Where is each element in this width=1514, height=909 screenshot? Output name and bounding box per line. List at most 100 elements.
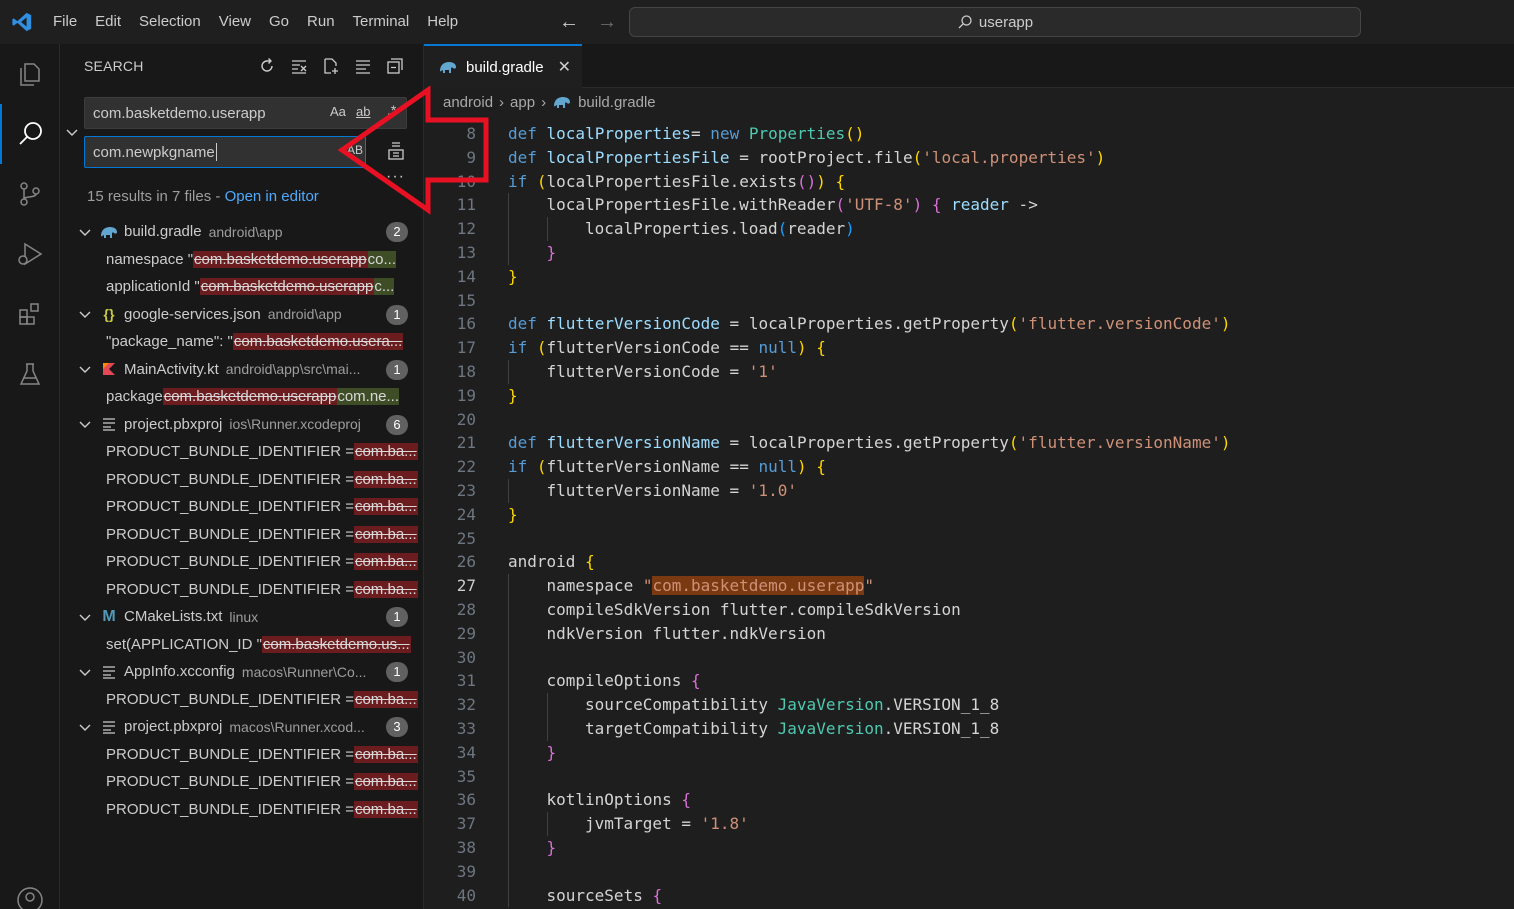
code-token: ( [835, 195, 846, 215]
breadcrumb-item[interactable]: app [510, 94, 535, 111]
code-text: android { [508, 550, 595, 574]
line-number: 36 [456, 790, 476, 810]
result-file-row[interactable]: {} google-services.json android\app 1 [60, 301, 423, 329]
menu-edit[interactable]: Edit [86, 0, 130, 44]
testing-flask-icon[interactable] [0, 344, 60, 404]
code-token: localProperties [546, 124, 692, 143]
code-text: sourceSets { [547, 884, 663, 908]
chevron-down-icon[interactable] [76, 718, 94, 736]
code-token: flutterVersionCode = [546, 361, 749, 381]
toggle-replace-chevron-down-icon[interactable] [64, 124, 80, 140]
result-file-name: CMakeLists.txt [124, 608, 223, 626]
result-file-row[interactable]: project.pbxproj macos\Runner.xcod... 3 [60, 713, 423, 741]
menu-selection[interactable]: Selection [130, 0, 210, 44]
forward-arrow-icon[interactable]: → [594, 8, 620, 36]
code-token: namespace [546, 576, 643, 596]
extensions-icon[interactable] [0, 284, 60, 344]
result-match-row[interactable]: PRODUCT_BUNDLE_IDENTIFIER = com.ba... [60, 768, 423, 796]
result-match-row[interactable]: PRODUCT_BUNDLE_IDENTIFIER = com.ba... [60, 741, 423, 769]
new-search-editor-icon[interactable] [321, 56, 341, 76]
line-number: 35 [456, 766, 476, 786]
chevron-down-icon[interactable] [76, 608, 94, 626]
result-match-row[interactable]: PRODUCT_BUNDLE_IDENTIFIER = com.ba... [60, 576, 423, 604]
result-match-row[interactable]: PRODUCT_BUNDLE_IDENTIFIER = com.ba... [60, 466, 423, 494]
chevron-down-icon[interactable] [76, 415, 94, 433]
result-match-row[interactable]: package com.basketdemo.userapp com.ne... [60, 383, 423, 411]
lines-file-icon [98, 665, 120, 679]
code-text: jvmTarget = '1.8' [585, 812, 749, 836]
match-prefix: PRODUCT_BUNDLE_IDENTIFIER = [106, 690, 354, 708]
explorer-files-icon[interactable] [0, 44, 60, 104]
menu-file[interactable]: File [44, 0, 86, 44]
search-icon[interactable] [0, 104, 60, 164]
result-match-row[interactable]: PRODUCT_BUNDLE_IDENTIFIER = com.ba... [60, 438, 423, 466]
code-line: 31 compileOptions { [424, 669, 1514, 694]
indent-guide [546, 217, 548, 241]
result-match-row[interactable]: namespace " com.basketdemo.userapp co... [60, 246, 423, 274]
clear-results-icon[interactable] [289, 56, 309, 76]
menu-run[interactable]: Run [298, 0, 344, 44]
result-match-row[interactable]: applicationId " com.basketdemo.userapp c..… [60, 273, 423, 301]
result-match-row[interactable]: "package_name": " com.basketdemo.usera... [60, 328, 423, 356]
menu-help[interactable]: Help [418, 0, 467, 44]
editor-tabs: build.gradle ✕ [424, 44, 1514, 88]
result-file-path: macos\Runner.xcod... [229, 718, 365, 735]
tab-build-gradle[interactable]: build.gradle ✕ [424, 44, 582, 88]
result-file-row[interactable]: build.gradle android\app 2 [60, 218, 423, 246]
match-removed-text: com.ba... [353, 553, 418, 571]
result-match-row[interactable]: PRODUCT_BUNDLE_IDENTIFIER = com.ba... [60, 548, 423, 576]
code-token: compileOptions [546, 671, 691, 691]
match-prefix: PRODUCT_BUNDLE_IDENTIFIER = [106, 498, 354, 516]
open-in-editor-link[interactable]: Open in editor [225, 188, 319, 205]
command-center-search[interactable]: userapp [629, 7, 1361, 37]
source-control-icon[interactable] [0, 164, 60, 224]
code-token: ) [1095, 147, 1106, 167]
result-file-row[interactable]: project.pbxproj ios\Runner.xcodeproj 6 [60, 411, 423, 439]
close-icon[interactable]: ✕ [558, 57, 571, 77]
accounts-icon[interactable] [0, 870, 60, 909]
code-text: localPropertiesFile.withReader('UTF-8') … [547, 193, 1038, 217]
menu-view[interactable]: View [210, 0, 260, 44]
code-token: JavaVersion [777, 718, 884, 738]
chevron-down-icon[interactable] [76, 223, 94, 241]
result-file-row[interactable]: AppInfo.xcconfig macos\Runner\Co... 1 [60, 658, 423, 686]
code-text: namespace "com.basketdemo.userapp" [546, 574, 874, 598]
gradle-elephant-icon [554, 97, 571, 108]
line-number: 39 [456, 861, 476, 881]
match-prefix: PRODUCT_BUNDLE_IDENTIFIER = [106, 470, 354, 488]
back-arrow-icon[interactable]: ← [556, 8, 582, 36]
result-match-row[interactable]: set(APPLICATION_ID " com.basketdemo.us... [60, 631, 423, 659]
refresh-icon[interactable] [257, 56, 277, 76]
code-token: flutterVersionCode == [546, 338, 759, 358]
collapse-all-icon[interactable] [385, 56, 405, 76]
view-as-tree-icon[interactable] [353, 56, 373, 76]
line-number: 40 [456, 885, 476, 905]
result-match-row[interactable]: PRODUCT_BUNDLE_IDENTIFIER = com.ba... [60, 493, 423, 521]
code-editor[interactable]: 8 def localProperties= new Properties() 9 d… [424, 122, 1514, 908]
chevron-down-icon[interactable] [76, 360, 94, 378]
command-center-label: userapp [978, 13, 1034, 31]
run-debug-icon[interactable] [0, 224, 60, 284]
code-token: { [816, 457, 826, 477]
result-file-row[interactable]: MainActivity.kt android\app\src\mai... 1 [60, 356, 423, 384]
indent-guide [508, 240, 509, 265]
menu-go[interactable]: Go [260, 0, 298, 44]
result-file-row[interactable]: M CMakeLists.txt linux 1 [60, 603, 423, 631]
result-match-row[interactable]: PRODUCT_BUNDLE_IDENTIFIER = com.ba... [60, 796, 423, 824]
gradle-elephant-icon [440, 62, 456, 73]
menu-terminal[interactable]: Terminal [344, 0, 419, 44]
line-number: 31 [456, 671, 476, 691]
chevron-down-icon[interactable] [76, 663, 94, 681]
code-line: 39 [424, 859, 1514, 884]
code-text: if (flutterVersionCode == null) { [508, 336, 826, 360]
result-match-row[interactable]: PRODUCT_BUNDLE_IDENTIFIER = com.ba... [60, 686, 423, 714]
code-line: 20 [424, 408, 1514, 432]
result-match-row[interactable]: PRODUCT_BUNDLE_IDENTIFIER = com.ba... [60, 521, 423, 549]
indent-guide [508, 359, 509, 384]
line-number: 17 [456, 338, 476, 358]
breadcrumb-item[interactable]: build.gradle [578, 94, 656, 111]
replace-input[interactable]: com.newpkgname AB [84, 136, 366, 168]
chevron-down-icon[interactable] [76, 305, 94, 323]
code-line: 10 if (localPropertiesFile.exists()) { [424, 170, 1514, 194]
line-number: 19 [456, 385, 476, 405]
